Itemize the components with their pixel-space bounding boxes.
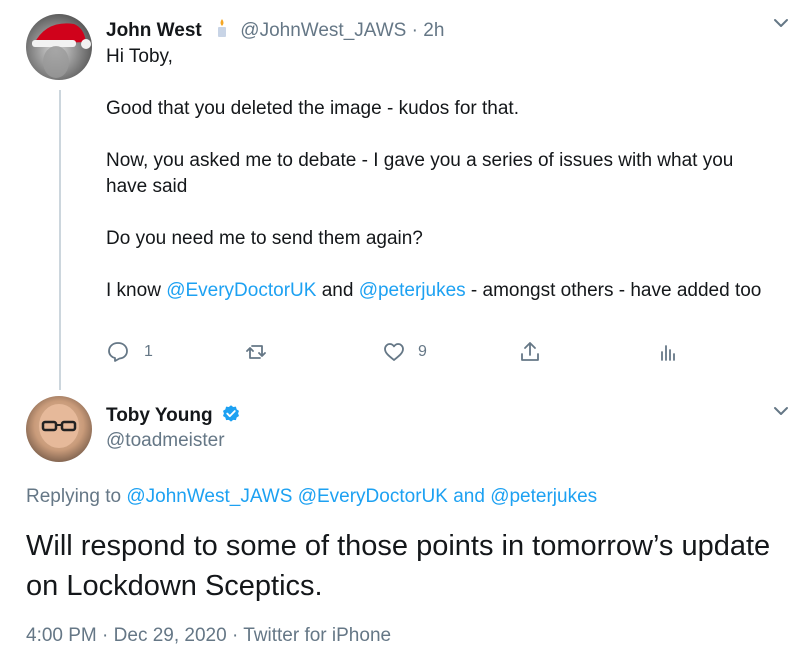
replying-label: Replying to bbox=[26, 486, 127, 507]
avatar-santa-hat-icon bbox=[32, 23, 91, 78]
timestamp[interactable]: 2h bbox=[423, 20, 444, 41]
tweet-meta: 4:00 PM · Dec 29, 2020 · Twitter for iPh… bbox=[26, 625, 391, 647]
paragraph: Now, you asked me to debate - I gave you… bbox=[106, 150, 734, 197]
tweet-text: Will respond to some of those points in … bbox=[26, 530, 771, 602]
tweet-source[interactable]: Twitter for iPhone bbox=[243, 625, 391, 646]
mention-link[interactable]: @EveryDoctorUK bbox=[298, 486, 448, 507]
thread-line bbox=[59, 90, 61, 390]
retweet-icon bbox=[246, 345, 266, 359]
paragraph: Good that you deleted the image - kudos … bbox=[106, 98, 519, 119]
chevron-down-icon[interactable] bbox=[772, 402, 790, 420]
tweet-time[interactable]: 4:00 PM bbox=[26, 625, 97, 646]
mention-link[interactable]: @peterjukes bbox=[359, 280, 466, 301]
tweet-text: Hi Toby, Good that you deleted the image… bbox=[106, 44, 778, 330]
author-name[interactable]: John West bbox=[106, 20, 202, 41]
avatar[interactable] bbox=[26, 396, 92, 462]
reply-icon bbox=[108, 342, 128, 362]
analytics-button[interactable] bbox=[656, 340, 680, 364]
heart-icon bbox=[384, 343, 404, 361]
mention-link-separator[interactable]: and bbox=[448, 486, 490, 507]
like-count: 9 bbox=[418, 343, 427, 360]
text: - amongst others - have added too bbox=[465, 280, 762, 301]
avatar[interactable] bbox=[26, 14, 92, 80]
mention-link[interactable]: @EveryDoctorUK bbox=[166, 280, 316, 301]
analytics-icon bbox=[661, 345, 675, 361]
text: I know bbox=[106, 280, 167, 301]
mention-link[interactable]: @JohnWest_JAWS bbox=[126, 486, 292, 507]
replying-to: Replying to @JohnWest_JAWS @EveryDoctorU… bbox=[26, 486, 597, 508]
paragraph: I know @EveryDoctorUK and @peterjukes - … bbox=[106, 278, 778, 304]
candle-icon bbox=[215, 18, 229, 44]
share-icon bbox=[521, 342, 539, 361]
author-row: Toby Young bbox=[106, 404, 241, 429]
tweet-date[interactable]: Dec 29, 2020 bbox=[114, 625, 227, 646]
reply-count: 1 bbox=[144, 343, 153, 360]
author-handle[interactable]: @JohnWest_JAWS bbox=[240, 20, 406, 41]
mention-link[interactable]: @peterjukes bbox=[490, 486, 597, 507]
text: and bbox=[316, 280, 359, 301]
chevron-down-icon[interactable] bbox=[772, 14, 790, 32]
author-handle[interactable]: @toadmeister bbox=[106, 430, 225, 452]
separator: · bbox=[96, 625, 114, 646]
author-name[interactable]: Toby Young bbox=[106, 405, 213, 426]
separator: · bbox=[226, 625, 244, 646]
retweet-button[interactable] bbox=[244, 340, 278, 364]
share-button[interactable] bbox=[518, 340, 542, 364]
tweet-header: John West @JohnWest_JAWS · 2h bbox=[106, 18, 444, 44]
paragraph: Hi Toby, bbox=[106, 46, 173, 67]
paragraph: Do you need me to send them again? bbox=[106, 228, 423, 249]
separator: · bbox=[406, 20, 424, 41]
avatar-glasses-icon bbox=[39, 404, 79, 448]
tweet-actions: 1 9 bbox=[106, 340, 686, 370]
reply-button[interactable]: 1 bbox=[106, 340, 153, 364]
verified-badge-icon bbox=[221, 404, 241, 429]
like-button[interactable]: 9 bbox=[382, 340, 427, 364]
